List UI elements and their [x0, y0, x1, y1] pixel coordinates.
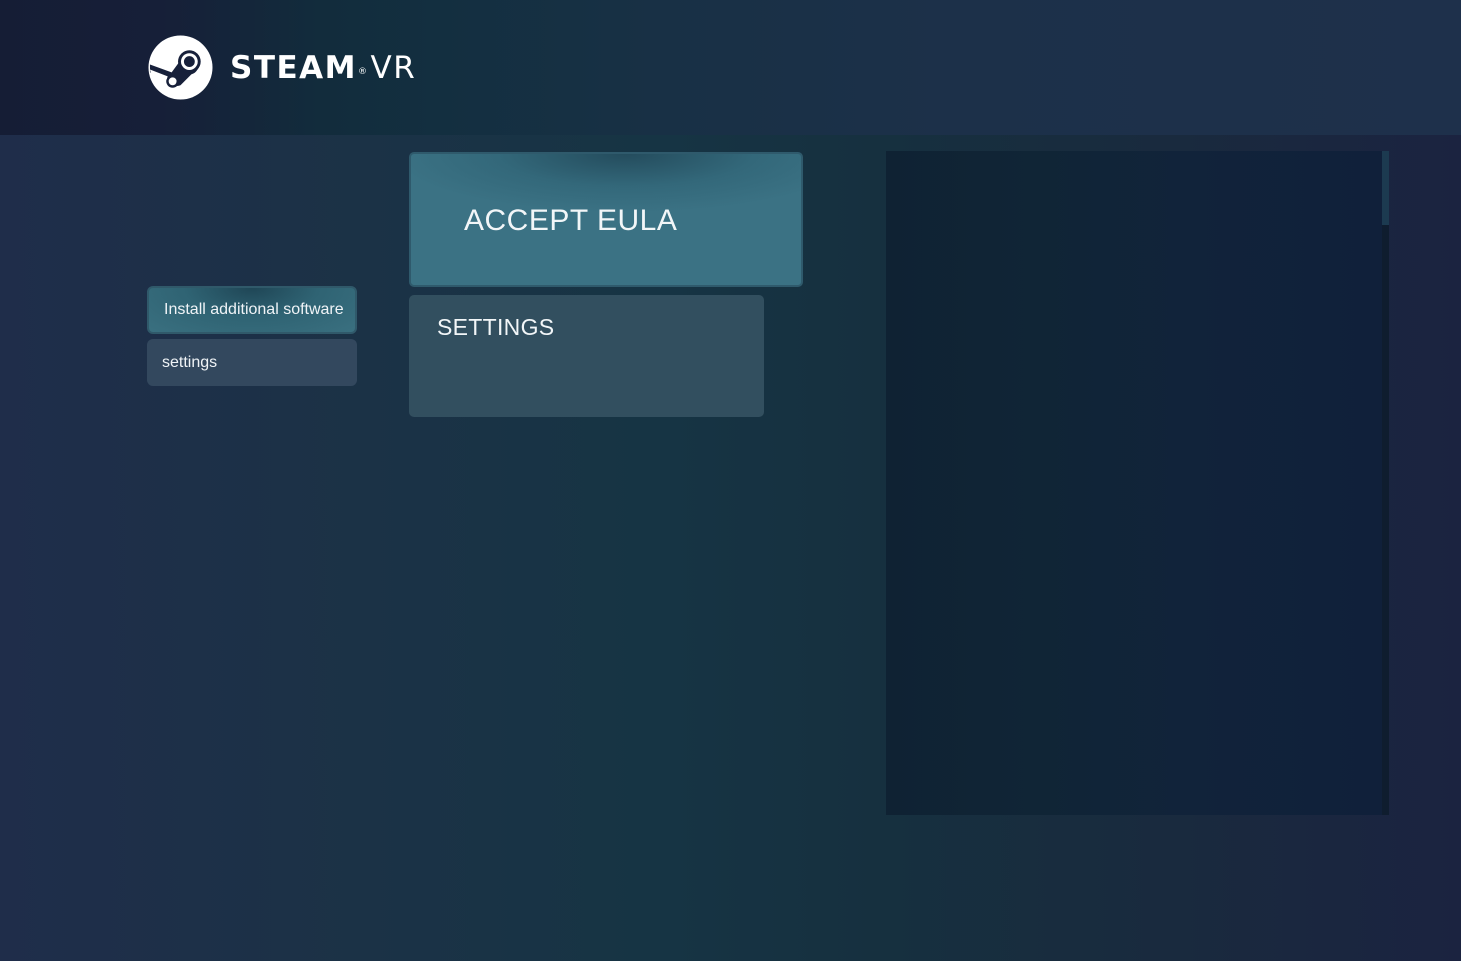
settings-tile-label: SETTINGS [437, 314, 555, 340]
settings-tile[interactable]: SETTINGS [409, 295, 764, 417]
steam-logo-icon [148, 35, 213, 100]
sidebar-item-settings[interactable]: settings [147, 339, 357, 386]
logo-registered-mark: ® [358, 67, 369, 77]
logo-brand: STEAM [230, 50, 357, 86]
logo-product: VR [370, 50, 417, 86]
logo-wordmark: STEAM®VR [230, 49, 416, 87]
content-panel-scrollbar[interactable] [1382, 151, 1389, 815]
header: STEAM®VR [0, 0, 1461, 135]
sidebar-item-install-additional-software[interactable]: Install additional software [147, 286, 357, 334]
sidebar-item-label: settings [162, 353, 218, 371]
accept-eula-tile[interactable]: ACCEPT EULA [409, 152, 803, 287]
sidebar-item-label: Install additional software [164, 301, 344, 318]
accept-eula-label: ACCEPT EULA [464, 204, 678, 237]
content-panel [886, 151, 1389, 815]
steamvr-logo: STEAM®VR [148, 35, 418, 101]
scrollbar-thumb[interactable] [1382, 151, 1389, 225]
